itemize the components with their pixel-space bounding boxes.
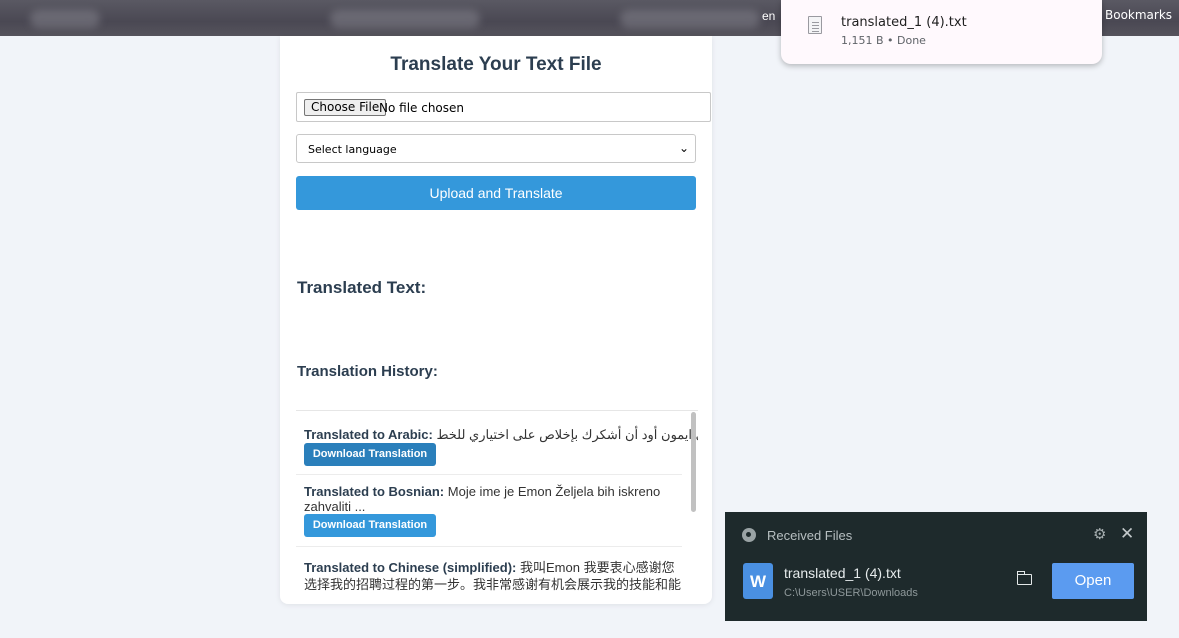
bookmarks-button[interactable]: Bookmarks [1105,8,1172,22]
received-files-panel: Received Files ⚙ ✕ W translated_1 (4).tx… [725,512,1147,621]
translation-history-heading: Translation History: [297,363,438,380]
history-item: Translated to Bosnian: Moje ime je Emon … [296,475,682,547]
open-button[interactable]: Open [1052,563,1134,599]
history-translation: Moje ime je Emon Željela bih iskreno [447,484,661,499]
history-item: Translated to Chinese (simplified): 我叫Em… [296,547,682,604]
download-status: 1,151 B • Done [841,34,926,47]
download-bubble[interactable]: translated_1 (4).txt 1,151 B • Done [781,0,1102,64]
download-file-name[interactable]: translated_1 (4).txt [841,15,967,30]
translated-text-heading: Translated Text: [297,278,427,297]
translate-card: Translate Your Text File Choose File No … [280,36,712,604]
download-translation-button[interactable]: Download Translation [304,514,436,537]
history-scrollbar[interactable] [691,412,696,512]
received-files-title: Received Files [767,528,853,543]
history-translation: اسمي ايمون أود أن أشكرك بإخلاص على اختيا… [436,427,698,442]
history-list[interactable]: Translated to Arabic: اسمي ايمون أود أن … [296,410,698,604]
language-select-value: Select language [308,143,397,156]
download-translation-button[interactable]: Download Translation [304,443,436,466]
history-label: Translated to Arabic: [304,427,433,442]
app-logo-icon [742,528,756,542]
no-file-text: No file chosen [379,101,465,115]
history-entry-text: Translated to Bosnian: Moje ime je Emon … [304,484,660,499]
history-translation: 我叫Emon 我要衷心感谢您 [520,560,675,575]
blurred-tab [30,10,100,28]
history-label: Translated to Chinese (simplified): [304,560,517,575]
blurred-tab [620,10,760,28]
history-translation-cont: zahvaliti ... [304,499,366,514]
language-select[interactable]: Select language ⌄ [296,134,696,163]
gear-icon[interactable]: ⚙ [1093,525,1106,543]
upload-translate-button[interactable]: Upload and Translate [296,176,696,210]
toolbar-partial-text: en [762,9,776,23]
received-file-name: translated_1 (4).txt [784,565,901,581]
history-item: Translated to Arabic: اسمي ايمون أود أن … [296,411,698,475]
document-icon [808,16,822,34]
folder-icon[interactable] [1016,571,1032,585]
history-entry-text: Translated to Arabic: اسمي ايمون أود أن … [304,427,698,443]
chevron-down-icon: ⌄ [678,141,689,155]
choose-file-button[interactable]: Choose File [304,99,387,116]
blurred-tab [330,10,480,28]
history-translation-cont: 选择我的招聘过程的第一步。我非常感谢有机会展示我的技能和能 [304,577,682,592]
history-label: Translated to Bosnian: [304,484,445,499]
received-file-path: C:\Users\USER\Downloads [784,587,918,599]
file-input[interactable]: Choose File No file chosen [296,92,711,122]
close-icon[interactable]: ✕ [1120,524,1134,544]
page-title: Translate Your Text File [390,54,602,75]
word-file-icon: W [743,563,773,599]
